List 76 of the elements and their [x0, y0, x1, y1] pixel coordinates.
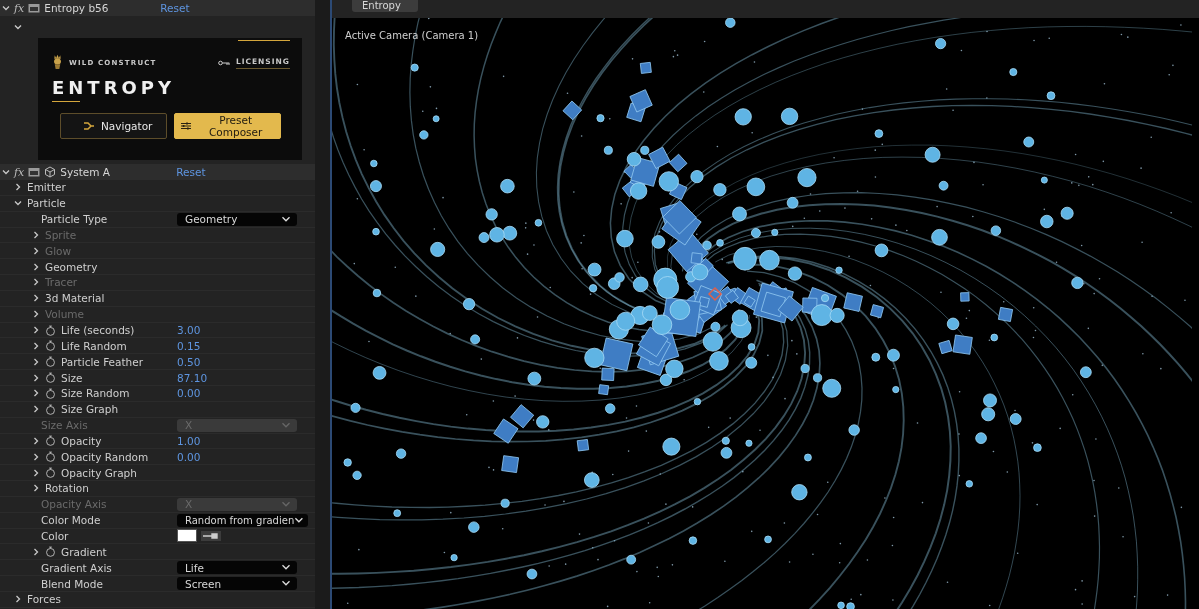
stopwatch-icon[interactable]: [45, 546, 56, 558]
chevron-down-icon[interactable]: [14, 23, 22, 31]
property-value[interactable]: 0.00: [177, 387, 201, 400]
eyedropper-icon[interactable]: [201, 531, 221, 541]
system-name: System A: [60, 166, 111, 178]
property-label: Blend Mode: [41, 577, 103, 590]
property-value[interactable]: 3.00: [177, 324, 201, 336]
chevron-right-icon[interactable]: [32, 547, 40, 556]
property-label: Opacity Random: [61, 450, 149, 463]
stopwatch-icon[interactable]: [45, 403, 56, 415]
property-label: Life Random: [61, 339, 127, 352]
stopwatch-icon[interactable]: [45, 324, 56, 336]
property-label: Particle Type: [41, 213, 108, 226]
property-label: Opacity Graph: [61, 466, 137, 479]
stopwatch-icon[interactable]: [45, 340, 56, 352]
key-icon: [217, 59, 230, 66]
fx-badge[interactable]: fx: [14, 165, 25, 179]
chevron-right-icon[interactable]: [14, 595, 22, 604]
property-label: Color Mode: [41, 514, 101, 527]
stopwatch-icon[interactable]: [45, 356, 56, 368]
reset-link[interactable]: Reset: [176, 166, 206, 178]
property-value[interactable]: 0.00: [177, 450, 201, 463]
property-label: Life (seconds): [61, 324, 135, 336]
property-label: Size: [61, 371, 83, 384]
chevron-down-icon[interactable]: [2, 4, 10, 12]
property-label: Opacity: [61, 434, 102, 447]
viewer-tab[interactable]: Entropy: [352, 0, 418, 12]
stopwatch-icon[interactable]: [45, 467, 56, 479]
chevron-right-icon[interactable]: [14, 183, 22, 192]
property-label: Particle Feather: [61, 355, 144, 368]
property-label: Rotation: [45, 482, 89, 495]
cube-icon: [44, 166, 57, 178]
branch-icon: [83, 121, 95, 131]
layer-icon: [28, 167, 41, 177]
mascot-logo-icon: [52, 54, 63, 71]
property-label: Emitter: [27, 181, 66, 194]
property-value[interactable]: 87.10: [177, 371, 208, 384]
property-label: Color: [41, 530, 69, 542]
property-label: Opacity Axis: [41, 498, 107, 511]
property-value[interactable]: 0.50: [177, 355, 201, 368]
plugin-button[interactable]: Navigator: [60, 113, 167, 139]
property-label: Tracer: [45, 276, 78, 289]
property-value[interactable]: 0.15: [177, 339, 201, 352]
property-label: Particle: [27, 197, 66, 210]
color-swatch[interactable]: [177, 529, 197, 543]
stopwatch-icon[interactable]: [45, 372, 56, 384]
dropdown[interactable]: Random from gradien: [177, 513, 308, 527]
property-label: Glow: [45, 244, 72, 257]
sliders-icon: [181, 121, 192, 131]
property-label: Gradient: [61, 545, 107, 558]
chevron-down-icon: [281, 421, 291, 429]
stopwatch-icon[interactable]: [45, 387, 56, 399]
dropdown[interactable]: Screen: [177, 577, 297, 590]
chevron-down-icon[interactable]: [2, 168, 10, 176]
property-label: Size Random: [61, 387, 130, 400]
property-label: Forces: [27, 593, 61, 606]
property-label: Gradient Axis: [41, 561, 112, 574]
property-label: Size Graph: [61, 403, 119, 416]
property-label: Volume: [45, 308, 85, 321]
stopwatch-icon[interactable]: [45, 451, 56, 463]
dropdown[interactable]: Geometry: [177, 212, 297, 226]
layer-icon: [28, 3, 41, 13]
stopwatch-icon[interactable]: [45, 435, 56, 447]
property-label: Size Axis: [41, 419, 88, 432]
reset-link[interactable]: Reset: [160, 2, 190, 14]
chevron-down-icon[interactable]: [14, 199, 22, 208]
property-label: Geometry: [45, 260, 98, 273]
property-value[interactable]: 1.00: [177, 434, 201, 447]
property-label: Sprite: [45, 228, 77, 241]
effect-name: Entropy b56: [44, 2, 110, 14]
camera-label: Active Camera (Camera 1): [345, 30, 479, 41]
property-label: 3d Material: [45, 292, 105, 305]
chevron-down-icon: [281, 215, 291, 223]
plugin-button[interactable]: Preset Composer: [174, 113, 281, 139]
dropdown[interactable]: Life: [177, 561, 297, 575]
fx-badge[interactable]: fx: [14, 1, 25, 15]
